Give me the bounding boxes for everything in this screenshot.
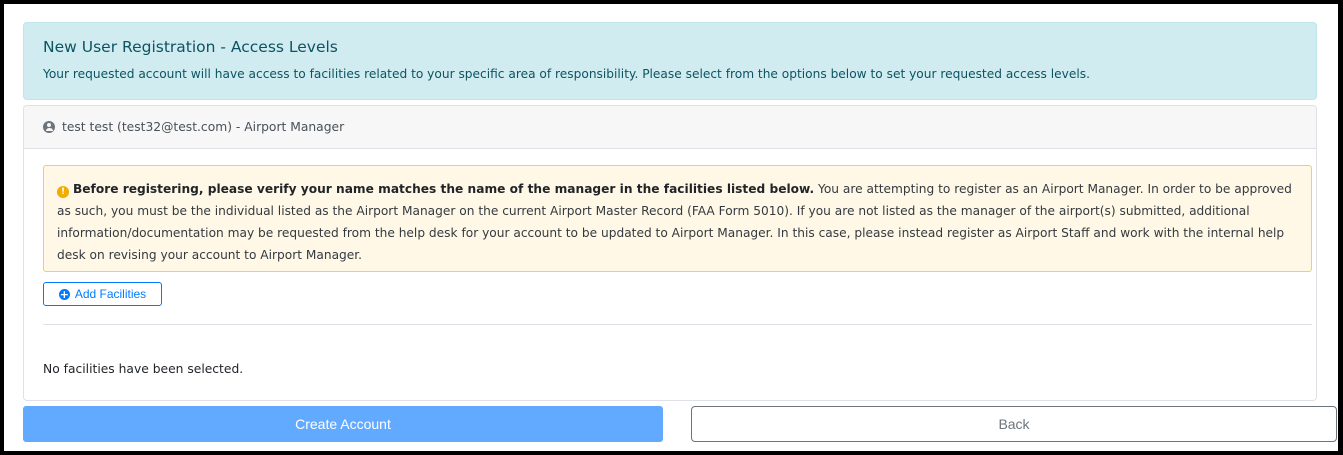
create-account-button[interactable]: Create Account xyxy=(23,406,663,442)
no-facilities-message: No facilities have been selected. xyxy=(43,362,244,376)
warning-bold-text: Before registering, please verify your n… xyxy=(73,182,815,196)
banner-description: Your requested account will have access … xyxy=(43,67,1090,81)
divider xyxy=(43,324,1312,325)
user-card-header: test test (test32@test.com) - Airport Ma… xyxy=(24,106,1316,149)
warning-alert: ! Before registering, please verify your … xyxy=(43,165,1312,272)
user-card: test test (test32@test.com) - Airport Ma… xyxy=(23,105,1317,401)
exclamation-circle-icon: ! xyxy=(57,186,69,198)
add-facilities-button[interactable]: + Add Facilities xyxy=(43,282,162,306)
back-button[interactable]: Back xyxy=(691,406,1337,442)
add-facilities-label: Add Facilities xyxy=(74,287,147,301)
info-banner: New User Registration - Access Levels Yo… xyxy=(23,22,1317,100)
page-title: New User Registration - Access Levels xyxy=(43,38,338,56)
user-summary: test test (test32@test.com) - Airport Ma… xyxy=(62,120,345,134)
plus-circle-icon: + xyxy=(58,287,70,301)
user-circle-icon xyxy=(43,121,55,133)
